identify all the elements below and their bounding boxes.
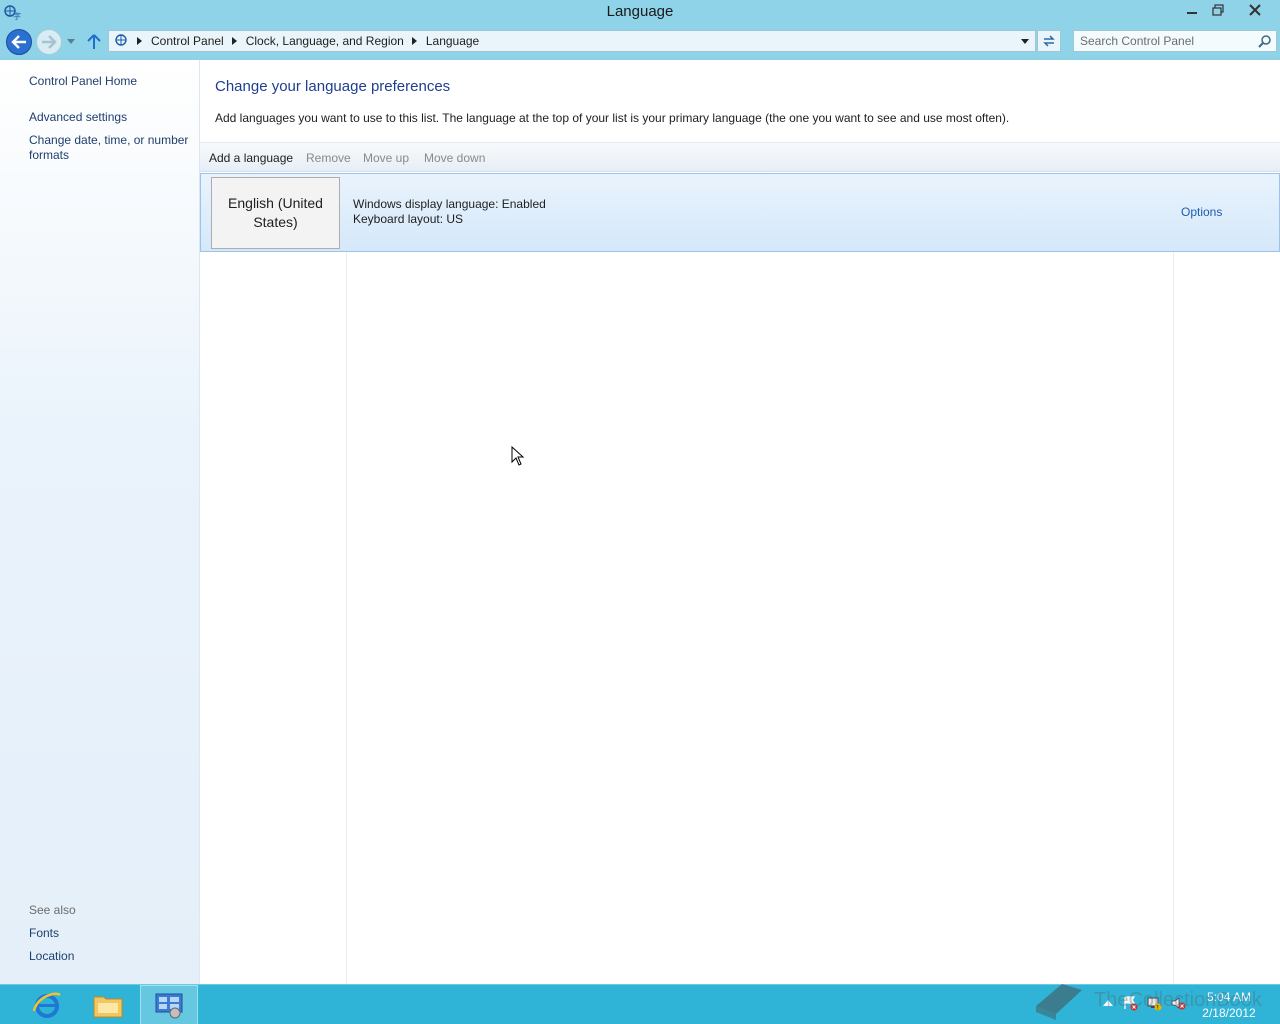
forward-button[interactable] [36,29,62,55]
remove-button[interactable]: Remove [306,151,351,165]
search-icon[interactable] [1258,34,1272,48]
language-options-link[interactable]: Options [1181,205,1222,219]
close-button[interactable] [1232,0,1277,20]
control-panel-icon [112,32,132,50]
file-explorer-icon[interactable] [79,985,137,1024]
keyboard-layout-status: Keyboard layout: US [353,212,464,226]
column-divider [346,252,347,984]
window-title: Language [606,3,674,20]
sidebar: Control Panel Home Advanced settings Cha… [0,60,200,984]
refresh-button[interactable] [1037,30,1061,52]
up-button[interactable] [84,31,104,53]
sidebar-item-advanced-settings[interactable]: Advanced settings [29,110,127,125]
sidebar-item-control-panel-home[interactable]: Control Panel Home [29,74,137,89]
back-button[interactable] [6,29,32,55]
move-down-button[interactable]: Move down [424,151,485,165]
language-list-item[interactable]: English (United States) Windows display … [200,173,1280,252]
add-language-button[interactable]: Add a language [209,151,293,165]
see-also-label: See also [29,903,76,917]
address-bar[interactable]: Control Panel Clock, Language, and Regio… [108,30,1036,52]
sidebar-item-label: formats [29,148,70,162]
chevron-right-icon[interactable] [132,31,148,51]
sidebar-item-label: Change date, time, or number [29,133,189,147]
mouse-cursor-icon [511,446,525,466]
chevron-right-icon[interactable] [227,31,243,51]
watermark-text: TheCollectionBook [1094,989,1262,1011]
page-title: Change your language preferences [215,78,451,95]
breadcrumb-clock-language-region[interactable]: Clock, Language, and Region [243,34,407,48]
control-panel-taskbar-icon[interactable] [140,985,198,1024]
chevron-right-icon[interactable] [407,31,423,51]
search-input[interactable] [1080,31,1250,51]
display-language-status: Windows display language: Enabled [353,197,546,211]
search-box[interactable] [1073,30,1277,52]
minimize-button[interactable] [1180,0,1204,20]
address-dropdown-button[interactable] [1015,31,1035,51]
language-name: English (United States) [228,195,323,230]
sidebar-item-change-date-time[interactable]: Change date, time, or number formats [29,133,188,163]
language-tile[interactable]: English (United States) [211,177,340,249]
move-up-button[interactable]: Move up [363,151,409,165]
column-divider [1173,252,1174,984]
book-watermark-icon [1036,984,1082,1020]
internet-explorer-icon[interactable] [18,985,76,1024]
recent-locations-button[interactable] [64,35,78,49]
navigation-bar: Control Panel Clock, Language, and Regio… [0,26,1280,58]
main-content: Change your language preferences Add lan… [200,60,1280,984]
sidebar-item-fonts[interactable]: Fonts [29,926,59,941]
language-toolbar: Add a language Remove Move up Move down [200,142,1280,172]
breadcrumb-control-panel[interactable]: Control Panel [148,34,227,48]
restore-button[interactable] [1206,0,1230,20]
title-bar: 字 Language [0,0,1280,26]
breadcrumb-language[interactable]: Language [423,34,482,48]
sidebar-item-location[interactable]: Location [29,949,74,964]
page-description: Add languages you want to use to this li… [215,111,1010,125]
